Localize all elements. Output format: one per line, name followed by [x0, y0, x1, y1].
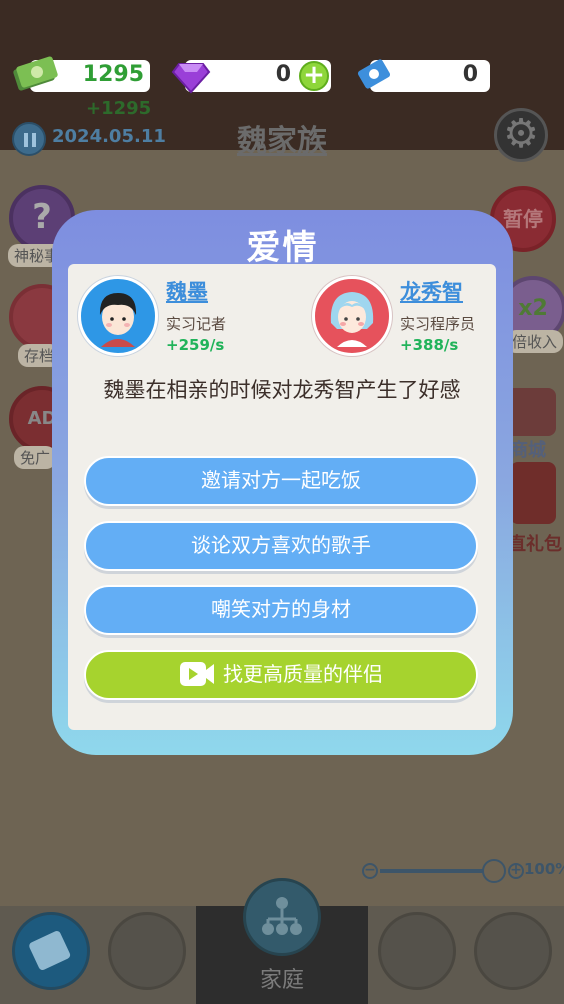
zoom-out-button[interactable]: − — [362, 863, 378, 879]
plus-icon: + — [303, 60, 325, 90]
no-ads-label: 免广 — [14, 446, 57, 469]
person-b-job: 实习程序员 — [400, 315, 476, 333]
zoom-slider-handle[interactable] — [482, 859, 506, 883]
gem-value: 0 — [275, 62, 291, 87]
shop-label: 商城 — [510, 440, 546, 461]
ticket-icon — [357, 59, 391, 89]
nav-family-label: 家庭 — [259, 968, 304, 993]
money-value: 1295 — [82, 62, 144, 87]
person-b: 龙秀智 实习程序员 +388/s — [312, 276, 502, 356]
find-better-partner-label: 找更高质量的伴侣 — [223, 662, 383, 686]
love-event-dialog: 爱情 魏墨 实习记者 +259/s 龙秀智 实习程序员 +388/s 魏墨在相亲… — [52, 210, 513, 755]
person-b-name[interactable]: 龙秀智 — [400, 276, 463, 306]
choice-discuss-singer-button[interactable]: 谈论双方喜欢的歌手 — [84, 521, 478, 571]
person-a-job: 实习记者 — [166, 315, 227, 333]
shop-button[interactable] — [506, 388, 556, 436]
choice-mock-figure-button[interactable]: 嘲笑对方的身材 — [84, 585, 478, 635]
ticket-counter: 0 — [357, 59, 490, 92]
person-a-income: +259/s — [166, 336, 225, 354]
avatar-person-b[interactable] — [312, 276, 392, 356]
add-gems-button[interactable]: + — [299, 61, 329, 91]
choice-invite-dinner-button[interactable]: 邀请对方一起吃饭 — [84, 456, 478, 506]
ticket-value: 0 — [462, 62, 478, 87]
family-title[interactable]: 魏家族 — [0, 116, 564, 160]
event-description: 魏墨在相亲的时候对龙秀智产生了好感 — [103, 378, 461, 402]
nav-locked-slot-2[interactable] — [378, 912, 456, 990]
gem-icon — [171, 63, 211, 94]
gift-pack-button[interactable] — [510, 462, 556, 524]
nav-locked-slot-3[interactable] — [474, 912, 552, 990]
girl-avatar-icon — [330, 292, 374, 347]
dialog-card: 魏墨 实习记者 +259/s 龙秀智 实习程序员 +388/s 魏墨在相亲的时候… — [68, 264, 496, 730]
avatar-person-a[interactable] — [78, 276, 158, 356]
gear-icon: ⚙ — [503, 111, 539, 157]
gift-pack-label: 直礼包 — [508, 534, 562, 555]
settings-button[interactable]: ⚙ — [494, 108, 548, 162]
nav-book-button[interactable] — [12, 912, 90, 990]
nav-family-button[interactable] — [243, 878, 321, 956]
zoom-in-button[interactable]: + — [508, 863, 524, 879]
zoom-control: − + 100% — [360, 858, 564, 884]
dialog-title: 爱情 — [246, 228, 319, 268]
family-tree-icon — [262, 897, 302, 935]
nav-locked-slot-1[interactable] — [108, 912, 186, 990]
double-income-label: 倍收入 — [506, 330, 564, 353]
money-counter: 1295 — [13, 56, 150, 92]
zoom-value: 100% — [524, 860, 564, 878]
person-a-name[interactable]: 魏墨 — [166, 276, 208, 306]
find-better-partner-ad-button[interactable]: 找更高质量的伴侣 — [84, 650, 478, 700]
person-b-income: +388/s — [400, 336, 459, 354]
money-icon — [13, 56, 58, 91]
person-a: 魏墨 实习记者 +259/s — [78, 276, 278, 356]
gem-counter: 0 + — [171, 60, 331, 94]
boy-avatar-icon — [99, 293, 137, 347]
video-icon — [180, 661, 214, 686]
book-icon — [29, 931, 71, 970]
